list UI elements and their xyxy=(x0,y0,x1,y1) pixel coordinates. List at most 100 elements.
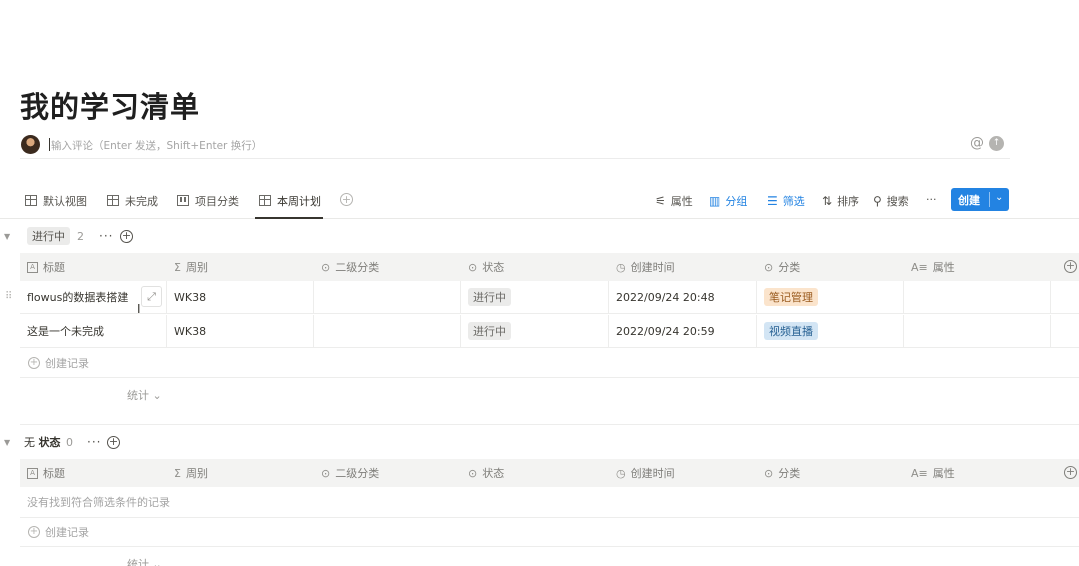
group-label: 分组 xyxy=(725,195,748,208)
page-title: 我的学习清单 xyxy=(20,90,201,124)
table-row[interactable]: ⠿ flowus的数据表搭建 ⤢ I WK38 进行中 2022/09/24 2… xyxy=(5,281,1079,316)
column-header-property[interactable]: A≡ 属性 xyxy=(904,459,1051,487)
group-label-main: 状态 xyxy=(38,436,61,449)
sort-button[interactable]: ⇅ 排序 xyxy=(822,193,859,209)
more-icon[interactable]: ··· xyxy=(926,193,937,206)
text-caret xyxy=(49,138,50,151)
column-label: 标题 xyxy=(43,261,65,274)
column-header-subcategory[interactable]: ⊙ 二级分类 xyxy=(314,253,461,281)
row-week: WK38 xyxy=(174,290,207,304)
column-header-title[interactable]: A 标题 xyxy=(20,253,167,281)
collapse-toggle-icon[interactable]: ▼ xyxy=(4,438,10,447)
column-header-status[interactable]: ⊙ 状态 xyxy=(461,459,609,487)
tab-label: 本周计划 xyxy=(277,195,321,208)
arrow-up-icon[interactable]: ↑ xyxy=(989,136,1004,151)
add-icon[interactable]: + xyxy=(107,435,120,449)
comment-bar[interactable]: 输入评论（Enter 发送，Shift+Enter 换行） @ ↑ xyxy=(20,133,1010,159)
chevron-down-icon[interactable]: ⌄ xyxy=(995,192,1003,203)
clock-icon: ◷ xyxy=(616,260,626,274)
cell-status[interactable]: 进行中 xyxy=(461,315,609,347)
formula-icon: Σ xyxy=(174,466,181,480)
cell-week[interactable]: WK38 xyxy=(167,281,314,313)
mention-icon[interactable]: @ xyxy=(970,135,984,151)
stats-dropdown[interactable]: 统计 ⌄ xyxy=(127,556,162,566)
tab-incomplete[interactable]: 未完成 xyxy=(107,193,158,219)
avatar xyxy=(21,135,40,154)
cell-category[interactable]: 视频直播 xyxy=(757,315,904,347)
search-label: 搜索 xyxy=(886,195,909,208)
column-header-week[interactable]: Σ 周别 xyxy=(167,253,314,281)
stats-dropdown[interactable]: 统计 ⌄ xyxy=(127,387,162,403)
cell-subcategory[interactable] xyxy=(314,281,461,313)
cell-category[interactable]: 笔记管理 xyxy=(757,281,904,313)
divider xyxy=(20,424,1079,425)
filter-button[interactable]: ☰ 筛选 xyxy=(767,193,805,209)
text-cursor-icon: I xyxy=(137,302,141,316)
cell-week[interactable]: WK38 xyxy=(167,315,314,347)
cell-subcategory[interactable] xyxy=(314,315,461,347)
column-header-status[interactable]: ⊙ 状态 xyxy=(461,253,609,281)
column-header-subcategory[interactable]: ⊙ 二级分类 xyxy=(314,459,461,487)
cell-created-time: 2022/09/24 20:48 xyxy=(609,281,757,313)
more-icon[interactable]: ··· xyxy=(99,229,113,243)
add-column-icon[interactable]: + xyxy=(1064,466,1077,479)
add-icon[interactable]: + xyxy=(120,229,133,243)
table-icon xyxy=(107,195,119,206)
status-badge: 进行中 xyxy=(468,322,511,340)
more-icon[interactable]: ··· xyxy=(87,435,101,449)
row-created: 2022/09/24 20:59 xyxy=(616,324,715,338)
row-week: WK38 xyxy=(174,324,207,338)
cell-title[interactable]: 这是一个未完成 xyxy=(20,315,167,347)
column-header-property[interactable]: A≡ 属性 xyxy=(904,253,1051,281)
cell-status[interactable]: 进行中 xyxy=(461,281,609,313)
open-record-icon[interactable]: ⤢ xyxy=(141,286,162,307)
column-header-created-time[interactable]: ◷ 创建时间 xyxy=(609,459,757,487)
column-label: 二级分类 xyxy=(335,467,380,480)
tab-weekly-plan[interactable]: 本周计划 xyxy=(255,193,323,219)
properties-button[interactable]: ⚟ 属性 xyxy=(655,193,693,209)
sort-label: 排序 xyxy=(837,195,860,208)
column-label: 分类 xyxy=(778,261,801,274)
select-icon: ⊙ xyxy=(321,466,331,480)
tab-project-category[interactable]: 项目分类 xyxy=(177,193,239,219)
create-button[interactable]: 创建 ⌄ xyxy=(951,188,1009,211)
tab-default-view[interactable]: 默认视图 xyxy=(25,193,87,219)
column-label: 标题 xyxy=(43,467,65,480)
create-record-button[interactable]: + 创建记录 xyxy=(20,518,1079,547)
column-header-created-time[interactable]: ◷ 创建时间 xyxy=(609,253,757,281)
column-label: 二级分类 xyxy=(335,261,380,274)
column-header-week[interactable]: Σ 周别 xyxy=(167,459,314,487)
group-count: 0 xyxy=(66,435,73,449)
status-badge: 进行中 xyxy=(27,227,70,245)
column-header-category[interactable]: ⊙ 分类 xyxy=(757,253,904,281)
view-bar: 默认视图 未完成 项目分类 本周计划 + ⚟ 属性 ▥ 分组 ☰ 筛选 ⇅ 排序… xyxy=(0,186,1079,219)
create-record-button[interactable]: + 创建记录 xyxy=(20,349,1079,378)
cell-property[interactable] xyxy=(904,315,1051,347)
status-badge: 进行中 xyxy=(468,288,511,306)
table-row[interactable]: 这是一个未完成 WK38 进行中 2022/09/24 20:59 视频直播 xyxy=(20,315,1079,348)
filter-label: 筛选 xyxy=(782,195,805,208)
collapse-toggle-icon[interactable]: ▼ xyxy=(4,232,10,241)
column-header-title[interactable]: A 标题 xyxy=(20,459,167,487)
column-header-category[interactable]: ⊙ 分类 xyxy=(757,459,904,487)
table-header: A 标题 Σ 周别 ⊙ 二级分类 ⊙ 状态 ◷ 创建时间 ⊙ 分类 A≡ 属性 + xyxy=(20,459,1079,487)
column-label: 属性 xyxy=(932,467,955,480)
drag-handle-icon[interactable]: ⠿ xyxy=(5,291,12,302)
column-label: 分类 xyxy=(778,467,801,480)
group-button[interactable]: ▥ 分组 xyxy=(709,193,747,209)
cell-property[interactable] xyxy=(904,281,1051,313)
text-lines-icon: A≡ xyxy=(911,260,928,274)
group-count: 2 xyxy=(77,229,84,243)
cell-created-time: 2022/09/24 20:59 xyxy=(609,315,757,347)
formula-icon: Σ xyxy=(174,260,181,274)
add-icon: + xyxy=(28,357,40,369)
comment-input[interactable]: 输入评论（Enter 发送，Shift+Enter 换行） xyxy=(51,138,262,153)
search-button[interactable]: ⚲ 搜索 xyxy=(873,193,909,209)
add-column-icon[interactable]: + xyxy=(1064,260,1077,273)
add-view-icon[interactable]: + xyxy=(340,193,353,206)
select-icon: ⊙ xyxy=(764,466,774,480)
board-icon xyxy=(177,195,189,206)
row-title: flowus的数据表搭建 xyxy=(27,291,129,304)
category-badge: 视频直播 xyxy=(764,322,818,340)
filter-icon: ☰ xyxy=(767,194,778,208)
